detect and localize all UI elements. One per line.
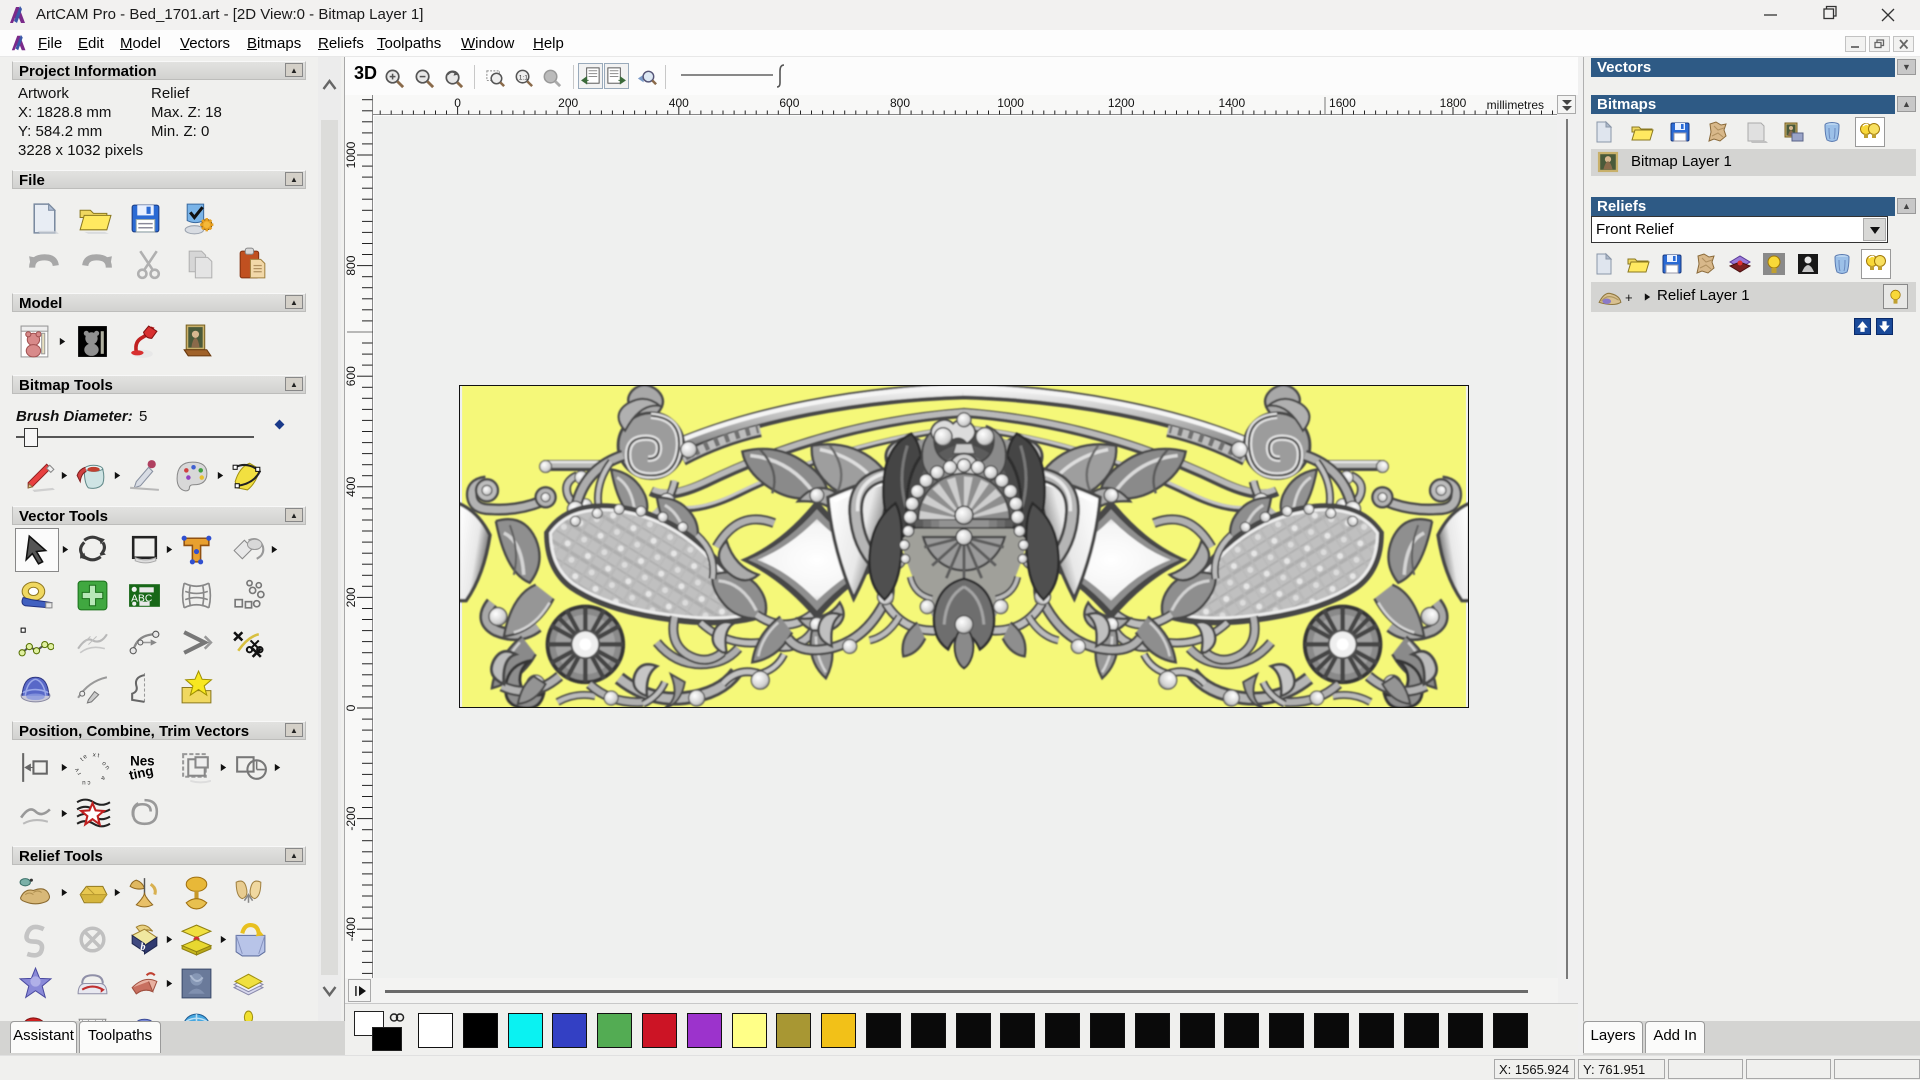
svg-text:200: 200 — [558, 96, 578, 110]
svg-text:-200: -200 — [345, 806, 358, 830]
svg-text:400: 400 — [345, 476, 358, 496]
svg-text:1000: 1000 — [997, 96, 1024, 110]
svg-text:0: 0 — [345, 704, 358, 711]
svg-text:800: 800 — [345, 255, 358, 275]
svg-text:200: 200 — [345, 587, 358, 607]
svg-text:1200: 1200 — [1108, 96, 1135, 110]
svg-text:600: 600 — [345, 366, 358, 386]
svg-text:600: 600 — [779, 96, 799, 110]
svg-text:-400: -400 — [345, 917, 358, 941]
svg-text:400: 400 — [669, 96, 689, 110]
svg-text:1600: 1600 — [1329, 96, 1356, 110]
svg-text:800: 800 — [890, 96, 910, 110]
svg-text:1800: 1800 — [1440, 96, 1467, 110]
svg-text:1000: 1000 — [345, 141, 358, 168]
svg-text:1400: 1400 — [1218, 96, 1245, 110]
svg-text:0: 0 — [454, 96, 461, 110]
